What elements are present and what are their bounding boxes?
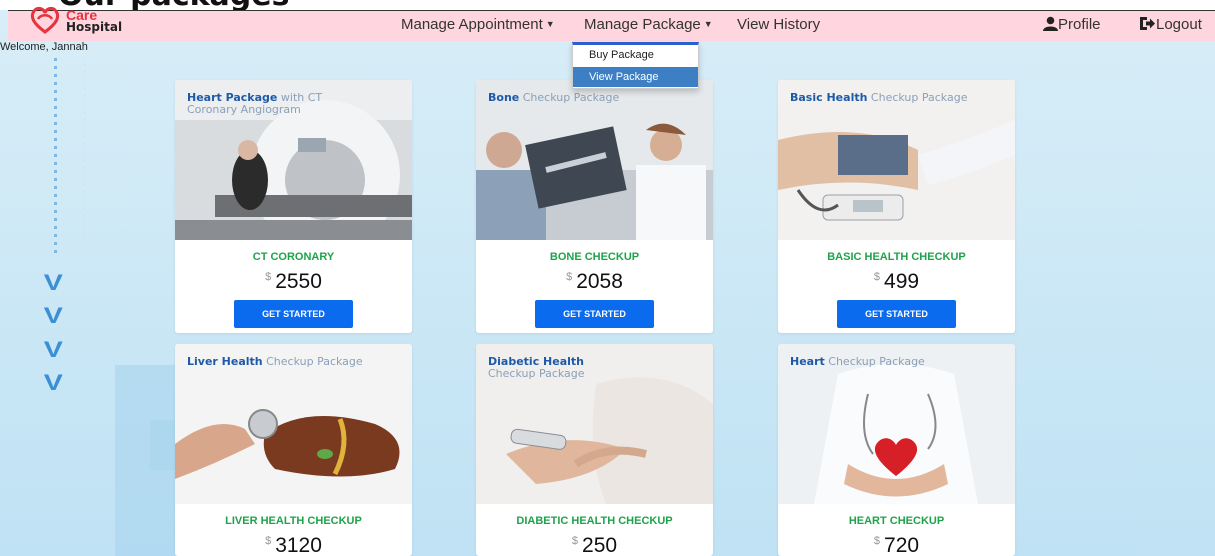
package-name: BASIC HEALTH CHECKUP [827, 251, 966, 263]
decorative-line [84, 58, 85, 258]
nav-logout[interactable]: Logout [1139, 16, 1202, 33]
manage-package-dropdown: Buy Package View Package [572, 42, 699, 89]
user-icon [1043, 16, 1058, 31]
page-heading: Our packages [0, 0, 1215, 10]
package-title: Heart Package with CT Coronary Angiogram [187, 91, 323, 116]
package-title: Diabetic Health Checkup Package [488, 355, 585, 380]
chevron-down-icon: V [43, 303, 63, 328]
caret-down-icon: ▼ [545, 19, 555, 29]
get-started-button[interactable]: GET STARTED [837, 300, 956, 328]
bone-xray-image [476, 80, 713, 240]
package-card: Bone Checkup Package BONE CHECKUP $2058 … [476, 80, 713, 333]
chevron-down-icon: V [43, 370, 63, 395]
package-card: Heart Package with CT Coronary Angiogram … [175, 80, 412, 333]
navbar: Care Hospital Manage Appointment ▼ Manage… [8, 6, 1215, 41]
package-name: BONE CHECKUP [549, 251, 640, 263]
brand-logo[interactable]: Care Hospital [26, 5, 166, 39]
package-card: Heart Checkup Package HEART CHECKUP $720 [778, 344, 1015, 556]
nav-manage-appointment[interactable]: Manage Appointment ▼ [401, 16, 555, 33]
menu-item-view-package[interactable]: View Package [573, 67, 698, 87]
nav-manage-package[interactable]: Manage Package ▼ [584, 16, 713, 33]
package-name: CT CORONARY [252, 251, 335, 263]
package-image: Basic Health Checkup Package [778, 80, 1015, 240]
get-started-button[interactable]: GET STARTED [234, 300, 353, 328]
package-image: Bone Checkup Package [476, 80, 713, 240]
package-name: HEART CHECKUP [848, 515, 945, 527]
package-price: $2058 [566, 270, 623, 293]
package-name: LIVER HEALTH CHECKUP [225, 515, 362, 527]
get-started-button[interactable]: GET STARTED [535, 300, 654, 328]
package-title: Liver Health Checkup Package [187, 355, 363, 368]
package-title: Heart Checkup Package [790, 355, 925, 368]
package-title: Basic Health Checkup Package [790, 91, 968, 104]
package-card: Diabetic Health Checkup Package DIABETIC … [476, 344, 713, 556]
chevron-down-icon: V [43, 337, 63, 362]
package-image: Heart Checkup Package [778, 344, 1015, 504]
package-price: $2550 [265, 270, 322, 293]
nav-view-history[interactable]: View History [737, 16, 820, 33]
logout-icon [1140, 17, 1155, 30]
package-price: $720 [873, 534, 920, 556]
chevron-down-icon: V [43, 270, 63, 295]
caret-down-icon: ▼ [703, 19, 713, 29]
package-image: Diabetic Health Checkup Package [476, 344, 713, 504]
nav-profile[interactable]: Profile [1043, 16, 1101, 33]
blood-pressure-image [778, 80, 1015, 240]
hospital-logo-icon [30, 6, 60, 34]
brand-hospital: Hospital [66, 20, 123, 34]
package-title: Bone Checkup Package [488, 91, 620, 104]
package-price: $499 [873, 270, 920, 293]
package-card: Liver Health Checkup Package LIVER HEALT… [175, 344, 412, 556]
package-image: Heart Package with CT Coronary Angiogram [175, 80, 412, 240]
package-price: $250 [571, 534, 618, 556]
menu-item-buy-package[interactable]: Buy Package [573, 45, 698, 65]
package-image: Liver Health Checkup Package [175, 344, 412, 504]
package-price: $3120 [265, 534, 322, 556]
heart-hands-image [778, 344, 1015, 504]
decorative-line [54, 58, 57, 258]
package-name: DIABETIC HEALTH CHECKUP [516, 515, 673, 527]
liver-image [175, 344, 412, 504]
package-card: Basic Health Checkup Package BASIC HEALT… [778, 80, 1015, 333]
welcome-text: Welcome, Jannah [0, 41, 88, 53]
